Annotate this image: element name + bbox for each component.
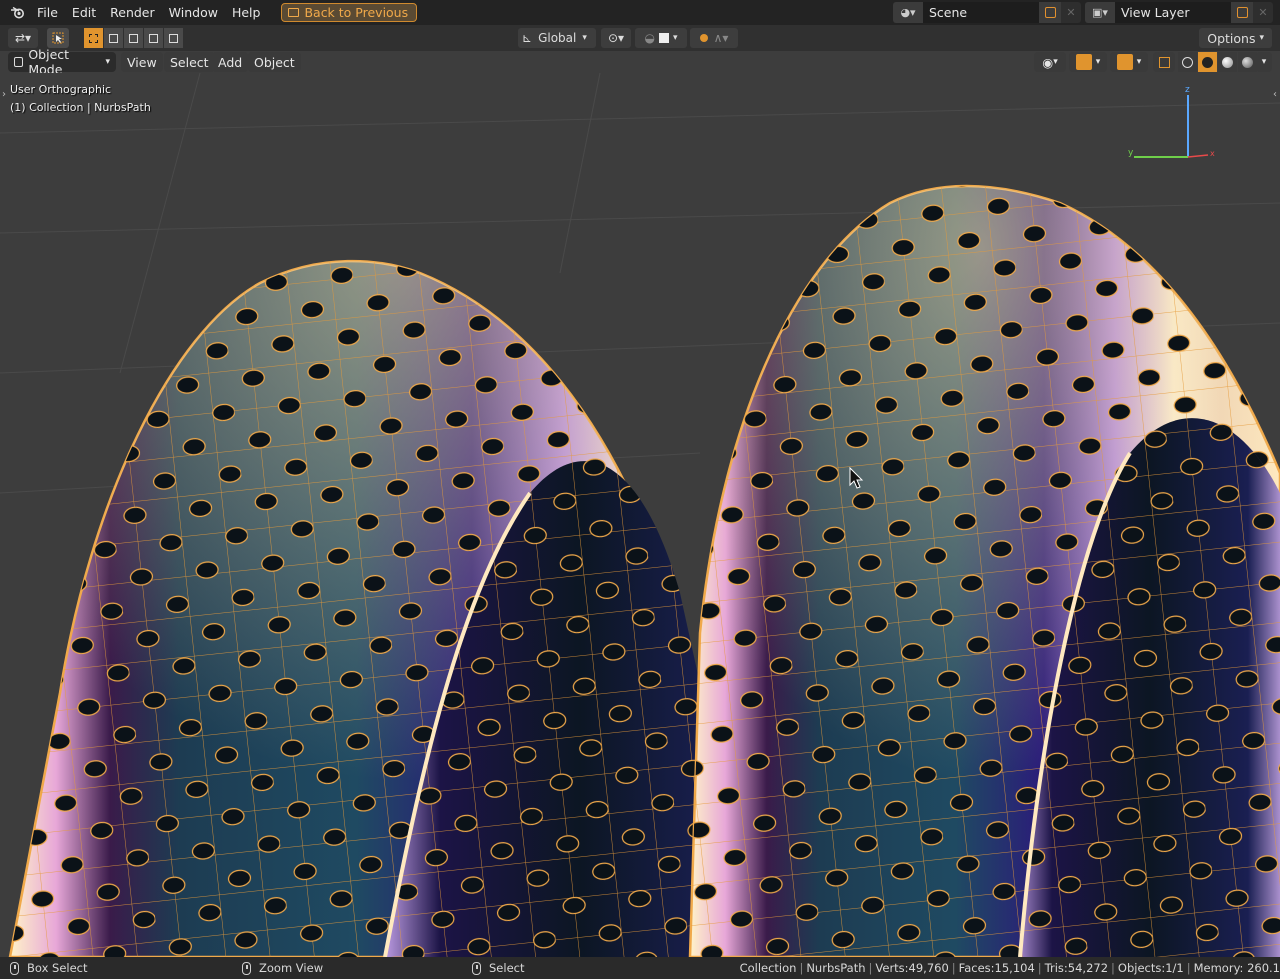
select-subtract-icon[interactable]: [124, 28, 143, 48]
shading-mode-group: [1178, 52, 1258, 72]
gizmo-y-label: y: [1128, 148, 1134, 158]
overlays-dropdown[interactable]: ▾: [1110, 52, 1148, 72]
menu-view[interactable]: View: [121, 52, 163, 72]
mode-dropdown[interactable]: Object Mode ▾: [8, 47, 116, 77]
scene-statistics: Collection | NurbsPath | Verts:49,760 | Faces:…: [739, 961, 1280, 975]
menu-add[interactable]: Add: [212, 52, 249, 72]
gizmo-x-label: x: [1210, 149, 1215, 158]
select-intersect-icon[interactable]: [164, 28, 183, 48]
back-to-previous-button[interactable]: Back to Previous: [281, 3, 418, 22]
menu-help[interactable]: Help: [225, 0, 268, 25]
view-name-label: User Orthographic: [10, 83, 112, 96]
object-mode-icon: [14, 57, 24, 67]
material-shading-icon[interactable]: [1218, 52, 1237, 72]
orientation-dropdown[interactable]: ⊾ Global ▾: [518, 28, 596, 48]
scene-name-field[interactable]: Scene: [923, 2, 1039, 23]
viewport-canvas[interactable]: y x z: [0, 73, 1280, 957]
options-label: Options: [1207, 30, 1256, 46]
xray-icon: [1158, 56, 1170, 68]
pivot-point-icon[interactable]: ⊙▾: [601, 28, 631, 48]
delete-scene-icon[interactable]: ✕: [1061, 2, 1081, 23]
orientation-axes-icon: ⊾: [522, 31, 533, 45]
mouse-left-icon: [10, 961, 19, 975]
chevron-down-icon: ▾: [672, 33, 678, 43]
mouse-middle-icon: [242, 961, 251, 975]
xray-toggle[interactable]: [1153, 52, 1175, 72]
menu-object[interactable]: Object: [248, 52, 301, 72]
back-to-previous-label: Back to Previous: [304, 5, 409, 20]
collection-info-label: (1) Collection | NurbsPath: [10, 101, 151, 114]
transform-pivot-icon[interactable]: ⇄▾: [8, 28, 38, 48]
sidebar-expand-icon[interactable]: ‹: [1273, 89, 1277, 100]
proportional-edit-dropdown[interactable]: ∧▾: [690, 28, 738, 48]
view-layer-selector: ▣▾ View Layer ✕: [1085, 2, 1273, 23]
stats-objects: Objects:1/1: [1117, 961, 1184, 975]
rendered-shading-icon[interactable]: [1238, 52, 1257, 72]
stats-memory: Memory: 260.1: [1193, 961, 1280, 975]
select-tool-icon[interactable]: [47, 28, 69, 48]
stats-object: NurbsPath: [806, 961, 866, 975]
menu-window[interactable]: Window: [162, 0, 225, 25]
top-menu-bar: File Edit Render Window Help Back to Pre…: [0, 0, 1280, 25]
delete-view-layer-icon[interactable]: ✕: [1253, 2, 1273, 23]
proportional-edit-icon: [699, 34, 708, 42]
wireframe-shading-icon[interactable]: [1178, 52, 1197, 72]
snap-increment-icon: [658, 33, 669, 43]
status-bar: Box Select Zoom View Select Collection | N…: [0, 957, 1280, 979]
new-scene-icon[interactable]: [1039, 2, 1061, 23]
stats-tris: Tris:54,272: [1044, 961, 1109, 975]
snap-dropdown[interactable]: ◒ ▾: [635, 28, 687, 48]
toolbar-expand-icon[interactable]: ›: [2, 89, 6, 100]
menu-file[interactable]: File: [30, 0, 65, 25]
viewport-header: Object Mode ▾ View Select Add Object ◉ ▾ …: [0, 47, 1280, 77]
orientation-label: Global: [538, 31, 577, 45]
status-select: Select: [472, 957, 524, 979]
status-box-select: Box Select: [10, 957, 88, 979]
magnet-icon: ◒: [644, 31, 655, 45]
gizmo-z-label: z: [1185, 85, 1190, 95]
select-difference-icon[interactable]: [144, 28, 163, 48]
scene-selector: ◕▾ Scene ✕: [893, 2, 1081, 23]
stats-collection: Collection: [739, 961, 797, 975]
blender-logo-icon[interactable]: [4, 0, 30, 25]
status-zoom-view: Zoom View: [242, 957, 323, 979]
options-dropdown[interactable]: Options ▾: [1199, 28, 1272, 48]
axis-gizmo[interactable]: y x z: [1128, 85, 1215, 158]
stats-faces: Faces:15,104: [958, 961, 1035, 975]
screen-back-icon: [288, 8, 300, 17]
gizmo-icon: [1075, 54, 1092, 70]
solid-shading-icon[interactable]: [1198, 52, 1217, 72]
view-layer-browse-icon[interactable]: ▣▾: [1085, 2, 1115, 23]
stats-verts: Verts:49,760: [875, 961, 949, 975]
gizmo-dropdown[interactable]: ▾: [1069, 52, 1107, 72]
nurbs-tube-left[interactable]: [0, 73, 800, 957]
overlays-icon: [1116, 54, 1133, 70]
tool-header: ⇄▾ ⊾ Global ▾ ⊙▾ ◒ ▾ ∧▾ Options ▾: [0, 25, 1280, 51]
zoom-view-label: Zoom View: [259, 961, 324, 975]
selection-mode-group: [84, 28, 184, 48]
falloff-curve-icon: ∧▾: [713, 31, 729, 45]
mouse-right-icon: [472, 961, 481, 975]
3d-viewport[interactable]: y x z › ‹ User Orthographic (1) Collecti…: [0, 73, 1280, 957]
box-select-label: Box Select: [27, 961, 88, 975]
chevron-down-icon: ▾: [1259, 33, 1264, 43]
chevron-down-icon: ▾: [582, 33, 587, 43]
visibility-dropdown[interactable]: ◉ ▾: [1034, 52, 1066, 72]
menu-select[interactable]: Select: [164, 52, 215, 72]
select-set-icon[interactable]: [84, 28, 103, 48]
eye-icon: ◉: [1042, 54, 1054, 70]
chevron-down-icon: ▾: [1261, 57, 1267, 67]
select-label: Select: [489, 961, 525, 975]
chevron-down-icon: ▾: [105, 57, 110, 67]
menu-render[interactable]: Render: [103, 0, 162, 25]
shading-options-dropdown[interactable]: ▾: [1256, 52, 1272, 72]
menu-edit[interactable]: Edit: [65, 0, 103, 25]
select-extend-icon[interactable]: [104, 28, 123, 48]
view-layer-name-field[interactable]: View Layer: [1115, 2, 1231, 23]
new-view-layer-icon[interactable]: [1231, 2, 1253, 23]
scene-browse-icon[interactable]: ◕▾: [893, 2, 923, 23]
